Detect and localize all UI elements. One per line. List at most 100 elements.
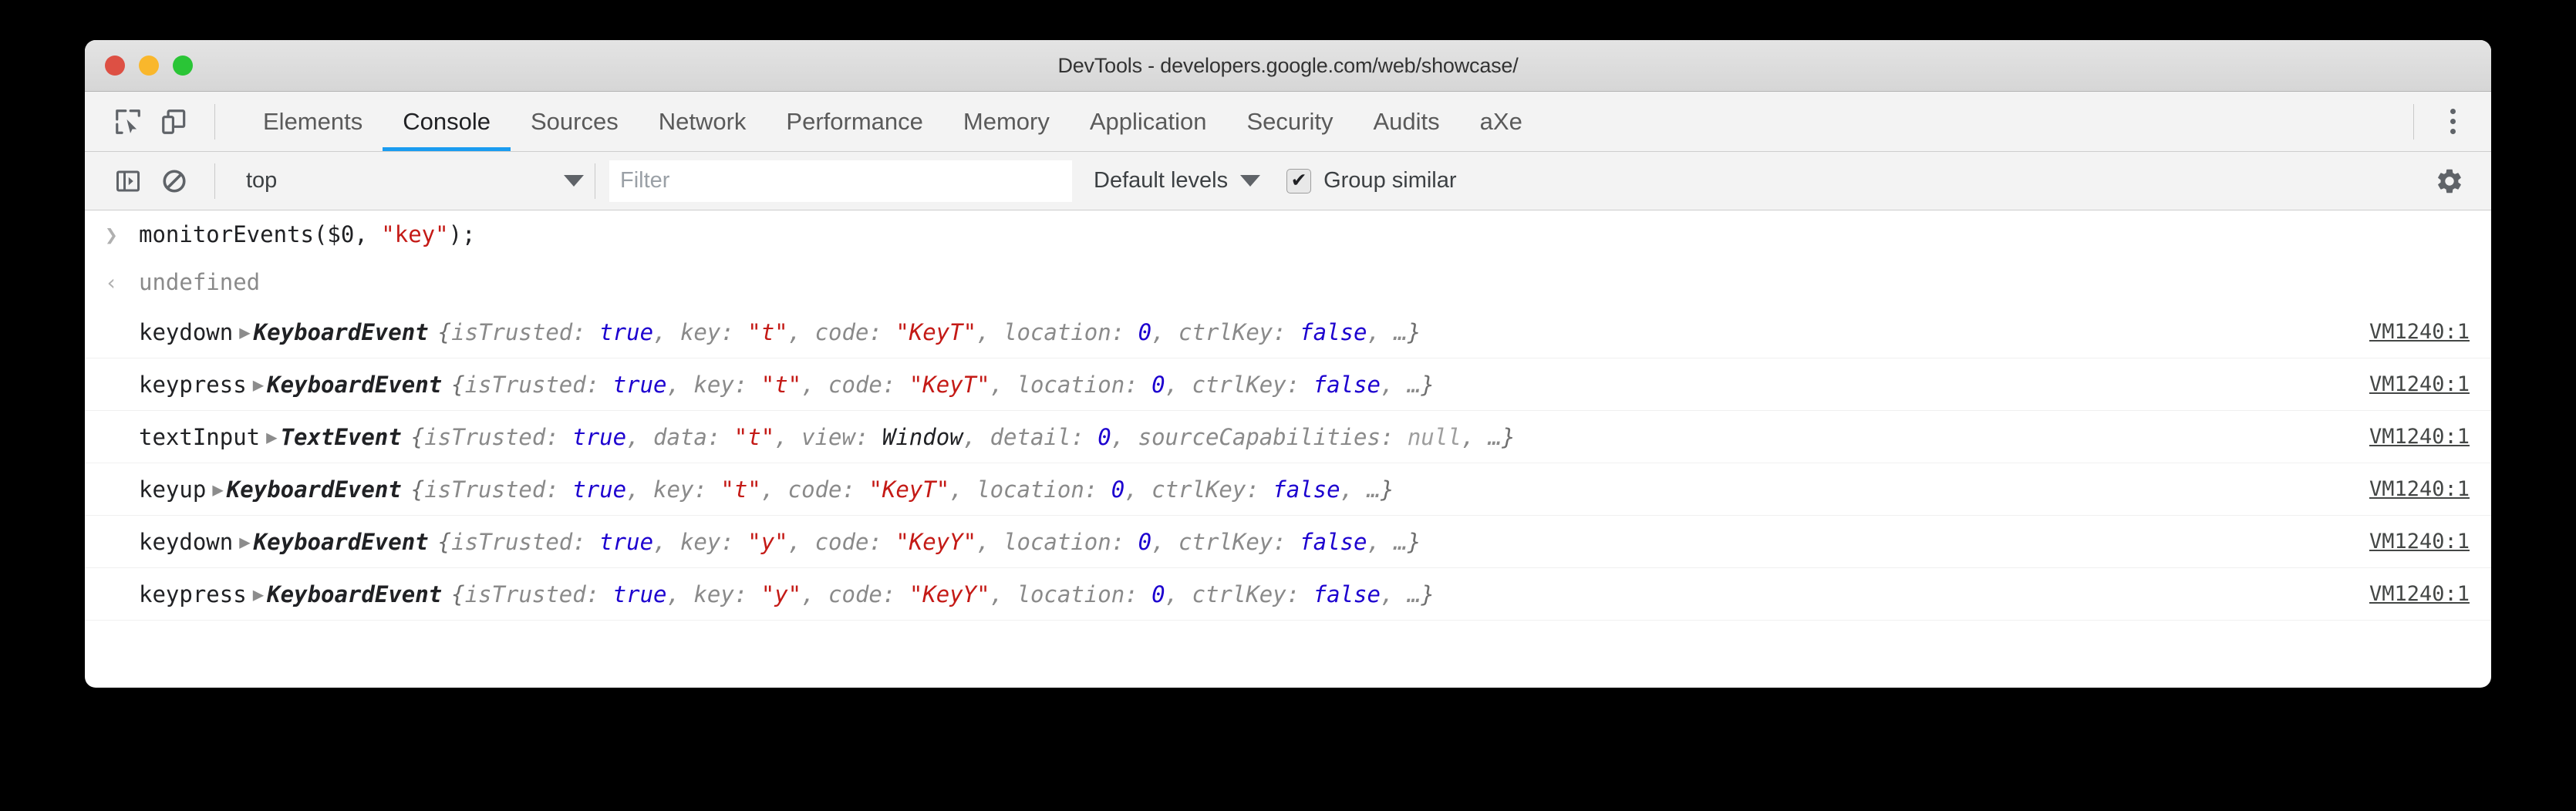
disclosure-triangle-icon[interactable]: ▶ [253, 374, 264, 395]
tab-elements[interactable]: Elements [243, 92, 383, 151]
minimize-window-button[interactable] [139, 56, 159, 76]
event-name: keydown [139, 529, 233, 555]
event-property-name: isTrusted: [424, 476, 572, 503]
disclosure-triangle-icon[interactable]: ▶ [253, 584, 264, 605]
event-property-value: 0 [1111, 476, 1124, 503]
console-command-text: monitorEvents($0, "key"); [139, 221, 476, 247]
event-property-name: ctrlKey: [1192, 372, 1313, 398]
event-name: keypress [139, 372, 247, 398]
devtools-tabs: Elements Console Sources Network Perform… [243, 92, 1543, 151]
console-result-text: undefined [139, 269, 260, 295]
chevron-down-icon [564, 175, 584, 187]
tab-memory[interactable]: Memory [943, 92, 1070, 151]
event-property-name: code: [815, 529, 896, 555]
event-property-name: code: [828, 581, 909, 607]
event-property-value: "y" [761, 581, 801, 607]
event-property-name: detail: [990, 424, 1098, 450]
console-event-row[interactable]: keypress▶KeyboardEvent{isTrusted: true, … [85, 358, 2491, 411]
console-event-row[interactable]: keydown▶KeyboardEvent{isTrusted: true, k… [85, 306, 2491, 358]
devtools-tabbar: Elements Console Sources Network Perform… [85, 92, 2491, 152]
event-property-name: location: [1003, 319, 1138, 345]
traffic-lights [105, 56, 193, 76]
event-property-value: 0 [1151, 372, 1165, 398]
close-window-button[interactable] [105, 56, 125, 76]
device-toolbar-icon[interactable] [151, 99, 197, 145]
disclosure-triangle-icon[interactable]: ▶ [239, 321, 250, 343]
tab-audits[interactable]: Audits [1353, 92, 1459, 151]
event-property-name: code: [815, 319, 896, 345]
console-event-row[interactable]: keydown▶KeyboardEvent{isTrusted: true, k… [85, 516, 2491, 568]
event-property-name: ctrlKey: [1151, 476, 1273, 503]
console-event-row[interactable]: keypress▶KeyboardEvent{isTrusted: true, … [85, 568, 2491, 621]
zoom-window-button[interactable] [173, 56, 193, 76]
event-property-value: "t" [761, 372, 801, 398]
event-property-name: key: [680, 319, 747, 345]
tab-network[interactable]: Network [639, 92, 767, 151]
event-object-preview: {isTrusted: true, key: "y", code: "KeyY"… [438, 529, 1421, 555]
console-event-row[interactable]: textInput▶TextEvent{isTrusted: true, dat… [85, 411, 2491, 463]
execution-context-select[interactable]: top [232, 160, 595, 203]
event-property-name: code: [828, 372, 909, 398]
event-property-value: false [1313, 372, 1381, 398]
tab-console[interactable]: Console [383, 92, 511, 151]
console-command-row[interactable]: ❯ monitorEvents($0, "key"); [85, 210, 2491, 258]
inspect-element-icon[interactable] [105, 99, 151, 145]
tab-sources[interactable]: Sources [511, 92, 639, 151]
log-levels-dropdown[interactable]: Default levels [1094, 168, 1260, 193]
tab-security[interactable]: Security [1227, 92, 1354, 151]
event-name: keydown [139, 319, 233, 345]
console-message-list: ❯ monitorEvents($0, "key"); ‹ undefined … [85, 210, 2491, 621]
tab-axe[interactable]: aXe [1460, 92, 1543, 151]
event-property-value: "t" [720, 476, 760, 503]
source-location-link[interactable]: VM1240:1 [2369, 530, 2470, 554]
event-property-value: false [1300, 529, 1367, 555]
disclosure-triangle-icon[interactable]: ▶ [266, 426, 277, 448]
event-property-value: true [613, 372, 667, 398]
clear-console-icon[interactable] [151, 158, 197, 204]
event-property-name: location: [976, 476, 1111, 503]
event-property-value: "KeyT" [909, 372, 990, 398]
disclosure-triangle-icon[interactable]: ▶ [212, 479, 223, 500]
console-event-rows: keydown▶KeyboardEvent{isTrusted: true, k… [85, 306, 2491, 621]
event-property-name: view: [801, 424, 882, 450]
source-location-link[interactable]: VM1240:1 [2369, 320, 2470, 344]
event-object-preview: {isTrusted: true, data: "t", view: Windo… [411, 424, 1516, 450]
event-property-value: "KeyY" [895, 529, 976, 555]
event-constructor-name: KeyboardEvent [267, 581, 442, 607]
gear-icon[interactable] [2426, 158, 2473, 204]
event-property-value: false [1300, 319, 1367, 345]
group-similar-toggle[interactable]: ✔ Group similar [1286, 168, 1456, 193]
source-location-link[interactable]: VM1240:1 [2369, 425, 2470, 449]
chevron-down-icon [1240, 175, 1260, 187]
tabbar-divider [214, 104, 215, 140]
tab-performance[interactable]: Performance [766, 92, 942, 151]
event-property-name: location: [1017, 372, 1152, 398]
event-constructor-name: KeyboardEvent [254, 319, 429, 345]
console-event-row[interactable]: keyup▶KeyboardEvent{isTrusted: true, key… [85, 463, 2491, 516]
event-property-value: "t" [734, 424, 774, 450]
event-property-value: 0 [1097, 424, 1111, 450]
prompt-icon: ❯ [105, 222, 139, 247]
event-name: keypress [139, 581, 247, 607]
event-constructor-name: KeyboardEvent [267, 372, 442, 398]
event-property-value: Window [882, 424, 963, 450]
devtools-window: DevTools - developers.google.com/web/sho… [85, 40, 2491, 688]
filter-input[interactable] [609, 160, 1072, 202]
execution-context-value: top [246, 168, 277, 193]
tabbar-right-group [2396, 100, 2491, 143]
tab-application[interactable]: Application [1070, 92, 1227, 151]
disclosure-triangle-icon[interactable]: ▶ [239, 531, 250, 553]
source-location-link[interactable]: VM1240:1 [2369, 582, 2470, 606]
source-location-link[interactable]: VM1240:1 [2369, 372, 2470, 396]
event-preview-ellipsis: … [1408, 372, 1421, 398]
event-object-preview: {isTrusted: true, key: "t", code: "KeyT"… [411, 476, 1394, 503]
event-property-name: key: [693, 372, 760, 398]
event-property-name: key: [653, 476, 720, 503]
event-preview-ellipsis: … [1394, 529, 1407, 555]
console-sidebar-icon[interactable] [105, 158, 151, 204]
event-property-value: true [599, 319, 653, 345]
source-location-link[interactable]: VM1240:1 [2369, 477, 2470, 501]
kebab-menu-icon[interactable] [2431, 100, 2474, 143]
group-similar-checkbox[interactable]: ✔ [1286, 169, 1311, 193]
event-property-value: null [1408, 424, 1462, 450]
